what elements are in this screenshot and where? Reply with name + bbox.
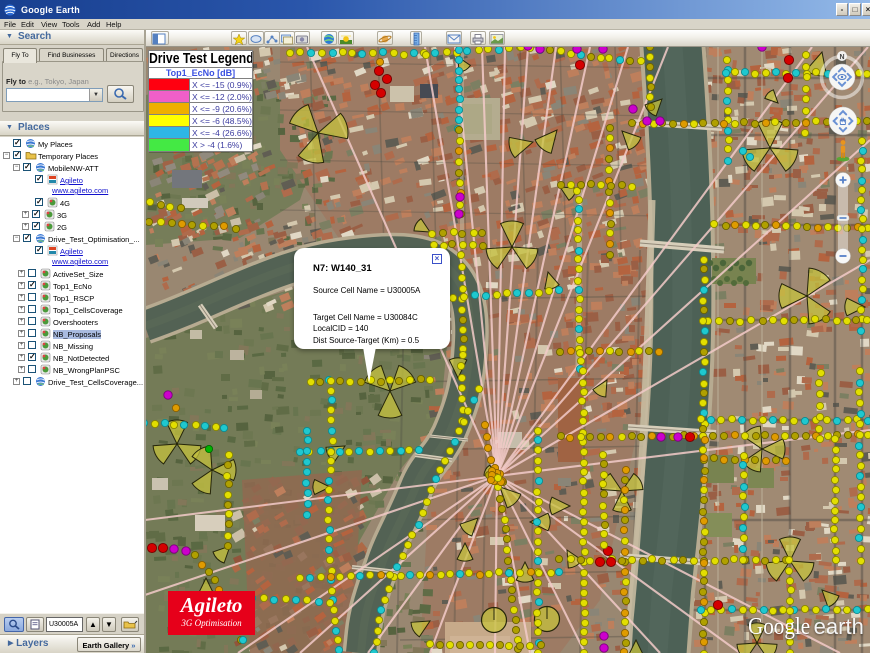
svg-text:N: N xyxy=(839,54,844,61)
